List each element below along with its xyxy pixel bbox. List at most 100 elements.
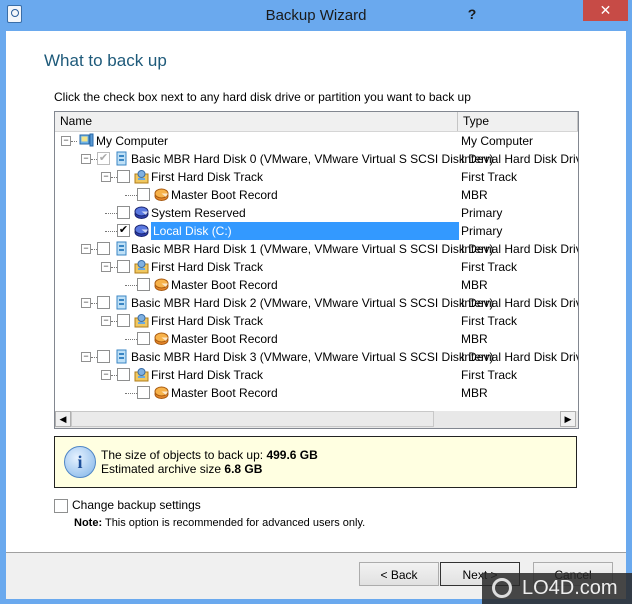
scroll-left-button[interactable]: ◀ bbox=[55, 411, 71, 427]
collapse-toggle-icon[interactable]: − bbox=[61, 136, 71, 146]
row-checkbox[interactable] bbox=[137, 332, 150, 345]
tree-connector bbox=[125, 195, 137, 196]
row-checkbox[interactable] bbox=[117, 368, 130, 381]
name-cell: Basic MBR Hard Disk 1 (VMware, VMware Vi… bbox=[131, 240, 494, 258]
tree-row[interactable]: Master Boot Record MBR bbox=[55, 384, 578, 402]
size-line: The size of objects to back up: 499.6 GB bbox=[101, 448, 318, 462]
change-settings-checkbox[interactable] bbox=[54, 499, 68, 513]
name-cell: Local Disk (C:) bbox=[151, 222, 459, 240]
row-type: First Track bbox=[461, 368, 517, 382]
column-header-type[interactable]: Type bbox=[458, 112, 578, 131]
row-name[interactable]: Master Boot Record bbox=[171, 332, 278, 346]
disk-track-icon bbox=[134, 169, 149, 184]
row-type: My Computer bbox=[461, 134, 534, 148]
change-settings-label[interactable]: Change backup settings bbox=[72, 498, 201, 512]
size-label: The size of objects to back up: bbox=[101, 448, 264, 462]
row-name[interactable]: Basic MBR Hard Disk 3 (VMware, VMware Vi… bbox=[131, 350, 494, 364]
row-checkbox[interactable] bbox=[97, 242, 110, 255]
collapse-toggle-icon[interactable]: − bbox=[81, 244, 91, 254]
mbr-icon bbox=[154, 187, 169, 202]
horizontal-scrollbar[interactable]: ◀ ▶ bbox=[55, 411, 578, 428]
tree-row[interactable]: − First Hard Disk Track First Track bbox=[55, 366, 578, 384]
mbr-icon bbox=[154, 277, 169, 292]
column-header-name[interactable]: Name bbox=[55, 112, 458, 131]
row-name[interactable]: My Computer bbox=[96, 134, 168, 148]
row-name[interactable]: Master Boot Record bbox=[171, 278, 278, 292]
collapse-toggle-icon[interactable]: − bbox=[101, 172, 111, 182]
collapse-toggle-icon[interactable]: − bbox=[81, 154, 91, 164]
tree-row[interactable]: − ✔ Basic MBR Hard Disk 0 (VMware, VMware … bbox=[55, 150, 578, 168]
row-name[interactable]: Basic MBR Hard Disk 1 (VMware, VMware Vi… bbox=[131, 242, 494, 256]
collapse-toggle-icon[interactable]: − bbox=[101, 316, 111, 326]
row-name[interactable]: First Hard Disk Track bbox=[151, 260, 263, 274]
row-checkbox[interactable] bbox=[117, 314, 130, 327]
partition-icon bbox=[134, 205, 149, 220]
name-cell: System Reserved bbox=[151, 204, 246, 222]
name-cell: Master Boot Record bbox=[171, 384, 278, 402]
mbr-icon bbox=[154, 331, 169, 346]
tree-row[interactable]: − My Computer My Computer bbox=[55, 132, 578, 150]
tree-row[interactable]: Master Boot Record MBR bbox=[55, 330, 578, 348]
row-checkbox[interactable] bbox=[97, 296, 110, 309]
help-button[interactable]: ? bbox=[462, 4, 482, 24]
close-button[interactable]: ✕ bbox=[583, 0, 628, 21]
row-name[interactable]: First Hard Disk Track bbox=[151, 368, 263, 382]
hard-disk-icon bbox=[114, 151, 129, 166]
disk-tree[interactable]: Name Type − My Computer My Computer − ✔ Basic… bbox=[54, 111, 579, 429]
name-cell: Basic MBR Hard Disk 2 (VMware, VMware Vi… bbox=[131, 294, 494, 312]
row-checkbox[interactable] bbox=[117, 170, 130, 183]
back-button[interactable]: < Back bbox=[359, 562, 439, 586]
note-text: This option is recommended for advanced … bbox=[104, 517, 366, 529]
scroll-right-button[interactable]: ▶ bbox=[560, 411, 576, 427]
watermark: LO4D.com bbox=[482, 573, 632, 604]
row-name[interactable]: Local Disk (C:) bbox=[151, 222, 459, 240]
row-name[interactable]: First Hard Disk Track bbox=[151, 314, 263, 328]
tree-row[interactable]: − First Hard Disk Track First Track bbox=[55, 168, 578, 186]
tree-row[interactable]: ✔ Local Disk (C:) Primary bbox=[55, 222, 578, 240]
row-checkbox[interactable] bbox=[137, 278, 150, 291]
name-cell: Master Boot Record bbox=[171, 276, 278, 294]
tree-row[interactable]: − First Hard Disk Track First Track bbox=[55, 312, 578, 330]
note-label: Note: bbox=[74, 517, 103, 529]
tree-row[interactable]: Master Boot Record MBR bbox=[55, 186, 578, 204]
name-cell: Master Boot Record bbox=[171, 330, 278, 348]
tree-connector bbox=[105, 213, 117, 214]
tree-row[interactable]: Master Boot Record MBR bbox=[55, 276, 578, 294]
disk-track-icon bbox=[134, 367, 149, 382]
row-type: Internal Hard Disk Drive bbox=[461, 296, 579, 310]
row-checkbox[interactable] bbox=[137, 386, 150, 399]
row-name[interactable]: System Reserved bbox=[151, 206, 246, 220]
row-name[interactable]: Basic MBR Hard Disk 2 (VMware, VMware Vi… bbox=[131, 296, 494, 310]
tree-row[interactable]: − First Hard Disk Track First Track bbox=[55, 258, 578, 276]
tree-connector bbox=[105, 231, 117, 232]
row-name[interactable]: First Hard Disk Track bbox=[151, 170, 263, 184]
row-checkbox[interactable]: ✔ bbox=[117, 224, 130, 237]
tree-row[interactable]: − Basic MBR Hard Disk 3 (VMware, VMware V… bbox=[55, 348, 578, 366]
row-checkbox[interactable]: ✔ bbox=[97, 152, 110, 165]
row-type: MBR bbox=[461, 278, 488, 292]
name-cell: First Hard Disk Track bbox=[151, 168, 263, 186]
collapse-toggle-icon[interactable]: − bbox=[81, 298, 91, 308]
collapse-toggle-icon[interactable]: − bbox=[101, 262, 111, 272]
row-checkbox[interactable] bbox=[117, 206, 130, 219]
collapse-toggle-icon[interactable]: − bbox=[101, 370, 111, 380]
row-name[interactable]: Basic MBR Hard Disk 0 (VMware, VMware Vi… bbox=[131, 152, 494, 166]
tree-row[interactable]: − Basic MBR Hard Disk 2 (VMware, VMware V… bbox=[55, 294, 578, 312]
archive-value: 6.8 GB bbox=[224, 462, 263, 476]
row-checkbox[interactable] bbox=[97, 350, 110, 363]
mbr-icon bbox=[154, 385, 169, 400]
scroll-thumb[interactable] bbox=[71, 411, 434, 427]
row-name[interactable]: Master Boot Record bbox=[171, 188, 278, 202]
disk-track-icon bbox=[134, 313, 149, 328]
window-title: Backup Wizard bbox=[265, 7, 367, 24]
collapse-toggle-icon[interactable]: − bbox=[81, 352, 91, 362]
row-name[interactable]: Master Boot Record bbox=[171, 386, 278, 400]
name-cell: Basic MBR Hard Disk 3 (VMware, VMware Vi… bbox=[131, 348, 494, 366]
wizard-body: What to back up Click the check box next… bbox=[6, 31, 626, 599]
row-checkbox[interactable] bbox=[137, 188, 150, 201]
name-cell: First Hard Disk Track bbox=[151, 312, 263, 330]
tree-row[interactable]: System Reserved Primary bbox=[55, 204, 578, 222]
instruction-text: Click the check box next to any hard dis… bbox=[54, 90, 471, 104]
row-checkbox[interactable] bbox=[117, 260, 130, 273]
tree-row[interactable]: − Basic MBR Hard Disk 1 (VMware, VMware V… bbox=[55, 240, 578, 258]
